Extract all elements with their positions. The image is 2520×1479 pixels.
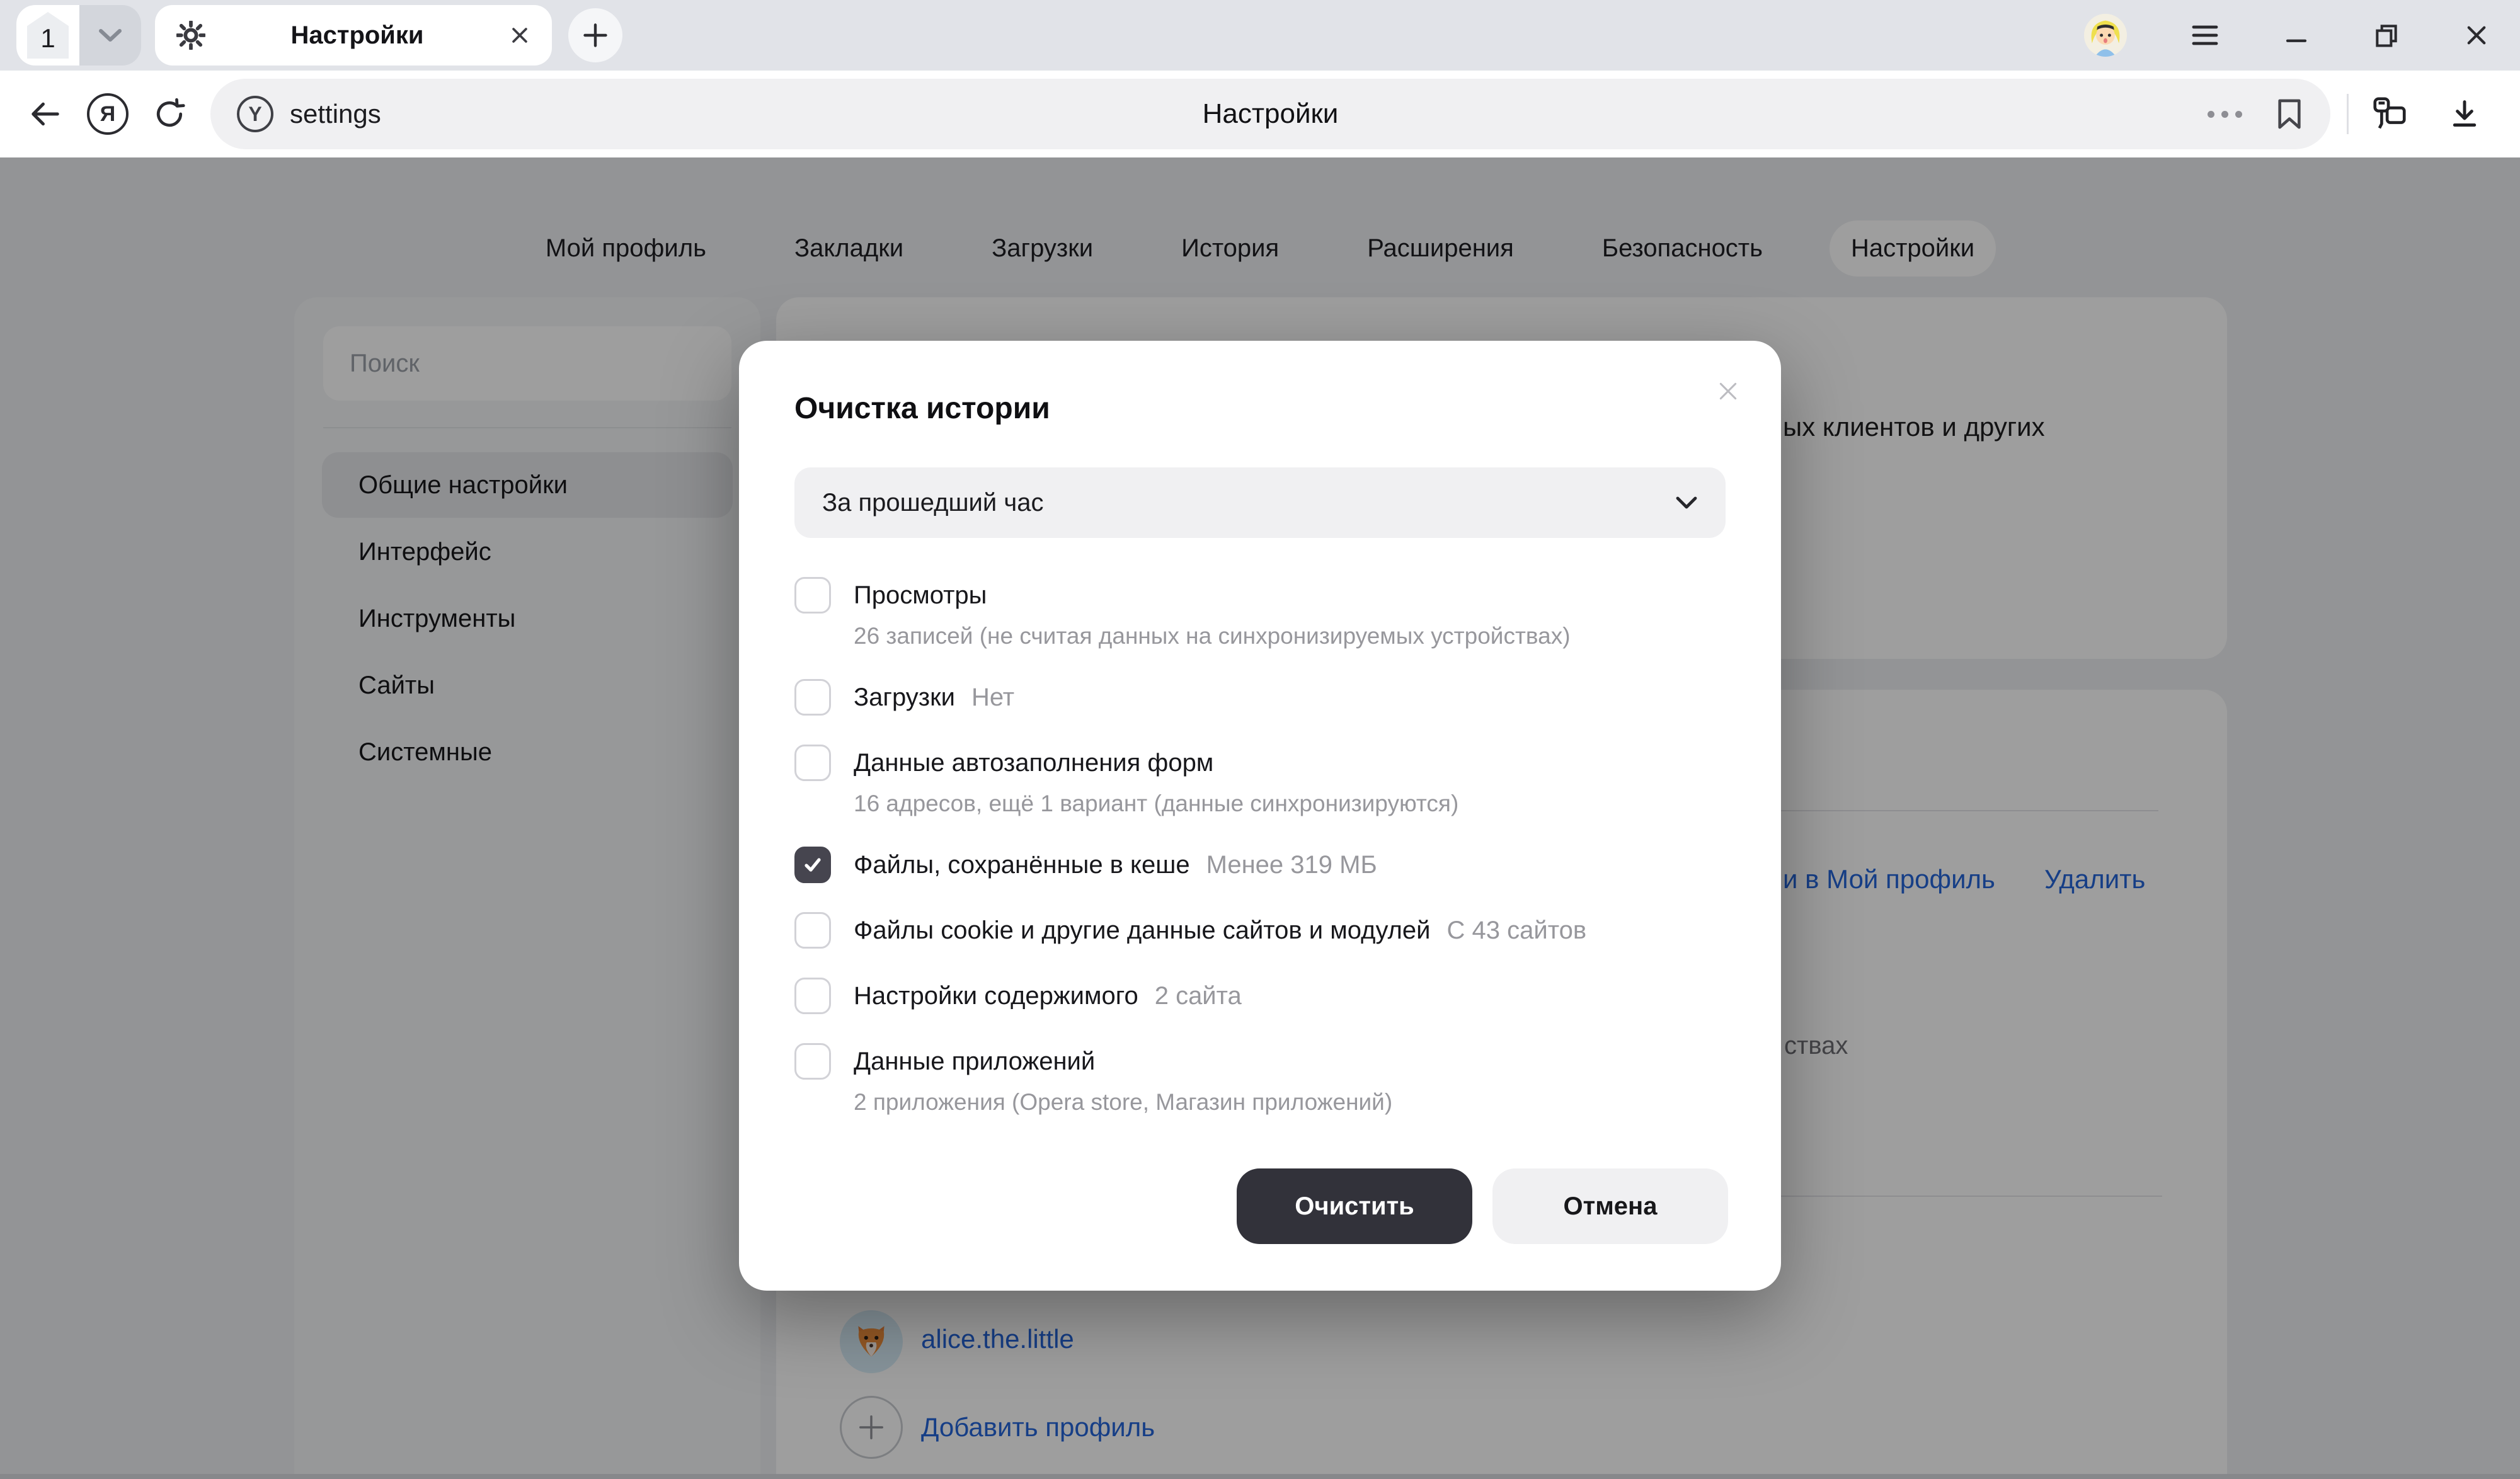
checkbox-cache[interactable] <box>794 847 831 883</box>
key-card-icon <box>2370 94 2409 134</box>
hamburger-icon <box>2190 23 2220 47</box>
option-sublabel: 16 адресов, ещё 1 вариант (данные синхро… <box>854 790 1726 818</box>
tab-list-dropdown-button[interactable] <box>79 5 141 66</box>
checkbox-app-data[interactable] <box>794 1043 831 1080</box>
option-sublabel: 26 записей (не считая данных на синхрони… <box>854 622 1726 650</box>
tab-title: Настройки <box>205 21 509 50</box>
option-sublabel: 2 приложения (Opera store, Магазин прило… <box>854 1088 1726 1116</box>
browser-tab-bar: 1 Настройки <box>0 0 2520 71</box>
option-label: Файлы, сохранённые в кеше <box>854 847 1190 883</box>
option-row-downloads: Загрузки Нет <box>794 679 1726 716</box>
option-row-content-settings: Настройки содержимого 2 сайта <box>794 978 1726 1014</box>
settings-page: Мой профиль Закладки Загрузки История Ра… <box>0 157 2520 1479</box>
new-tab-button[interactable] <box>568 8 622 62</box>
close-icon <box>2463 22 2490 49</box>
clear-history-options: Просмотры 26 записей (не считая данных н… <box>794 577 1726 1116</box>
checkmark-icon <box>801 854 824 876</box>
tab-group-control: 1 <box>16 5 141 66</box>
download-icon <box>2447 96 2482 132</box>
option-value: Нет <box>971 679 1014 716</box>
bookmark-icon[interactable] <box>2275 97 2304 131</box>
browser-menu-button[interactable] <box>2190 23 2220 47</box>
checkbox-downloads[interactable] <box>794 679 831 716</box>
option-row-cache: Файлы, сохранённые в кеше Менее 319 МБ <box>794 847 1726 883</box>
url-text: settings <box>290 99 381 129</box>
option-label: Данные приложений <box>854 1043 1095 1080</box>
plus-icon <box>581 21 609 49</box>
chevron-down-icon <box>1675 496 1698 510</box>
page-title: Настройки <box>1203 98 1339 130</box>
downloads-button[interactable] <box>2447 96 2482 132</box>
tab-close-icon[interactable] <box>509 25 530 46</box>
dialog-actions: Очистить Отмена <box>1237 1168 1728 1244</box>
time-range-value: За прошедший час <box>822 489 1043 517</box>
time-range-select[interactable]: За прошедший час <box>794 467 1726 538</box>
clear-button[interactable]: Очистить <box>1237 1168 1472 1244</box>
yandex-logo-button[interactable]: Я <box>87 93 129 135</box>
passwords-button[interactable] <box>2370 94 2409 134</box>
option-value: Менее 319 МБ <box>1206 847 1377 883</box>
toolbar-separator <box>2347 94 2349 134</box>
restore-icon <box>2373 21 2400 49</box>
window-minimize-button[interactable] <box>2283 22 2310 49</box>
dialog-close-icon[interactable] <box>1713 376 1743 406</box>
chevron-down-icon <box>96 26 125 45</box>
checkbox-content-settings[interactable] <box>794 978 831 1014</box>
option-value: С 43 сайтов <box>1447 912 1587 949</box>
back-button[interactable] <box>28 96 63 132</box>
browser-nav-bar: Я Y settings Настройки <box>0 71 2520 157</box>
yandex-logo-icon: Я <box>87 93 129 135</box>
option-row-views: Просмотры 26 записей (не считая данных н… <box>794 577 1726 650</box>
window-close-button[interactable] <box>2463 22 2490 49</box>
clear-history-dialog: Очистка истории За прошедший час Просмот… <box>739 341 1781 1291</box>
address-bar[interactable]: Y settings Настройки <box>210 79 2330 149</box>
gear-icon <box>176 21 205 50</box>
reload-button[interactable] <box>152 97 186 131</box>
tab-counter-button[interactable]: 1 <box>16 5 79 66</box>
girl-avatar-icon <box>2084 14 2127 57</box>
option-row-app-data: Данные приложений 2 приложения (Opera st… <box>794 1043 1726 1116</box>
cancel-button[interactable]: Отмена <box>1492 1168 1728 1244</box>
option-label: Данные автозаполнения форм <box>854 745 1213 781</box>
option-label: Просмотры <box>854 577 987 614</box>
option-label: Загрузки <box>854 679 955 716</box>
option-label: Файлы cookie и другие данные сайтов и мо… <box>854 912 1431 949</box>
checkbox-views[interactable] <box>794 577 831 614</box>
option-label: Настройки содержимого <box>854 978 1138 1014</box>
option-row-autofill: Данные автозаполнения форм 16 адресов, е… <box>794 745 1726 818</box>
active-tab[interactable]: Настройки <box>155 5 552 66</box>
tab-counter-badge: 1 <box>27 12 69 59</box>
window-restore-button[interactable] <box>2373 21 2400 49</box>
checkbox-autofill[interactable] <box>794 745 831 781</box>
dialog-title: Очистка истории <box>794 391 1726 426</box>
reload-icon <box>152 97 186 131</box>
minimize-icon <box>2283 22 2310 49</box>
option-row-cookies: Файлы cookie и другие данные сайтов и мо… <box>794 912 1726 949</box>
checkbox-cookies[interactable] <box>794 912 831 949</box>
browser-profile-avatar[interactable] <box>2084 14 2127 57</box>
option-value: 2 сайта <box>1155 978 1242 1014</box>
site-favicon: Y <box>237 96 273 132</box>
back-arrow-icon <box>28 96 63 132</box>
more-actions-button[interactable] <box>2208 111 2242 118</box>
